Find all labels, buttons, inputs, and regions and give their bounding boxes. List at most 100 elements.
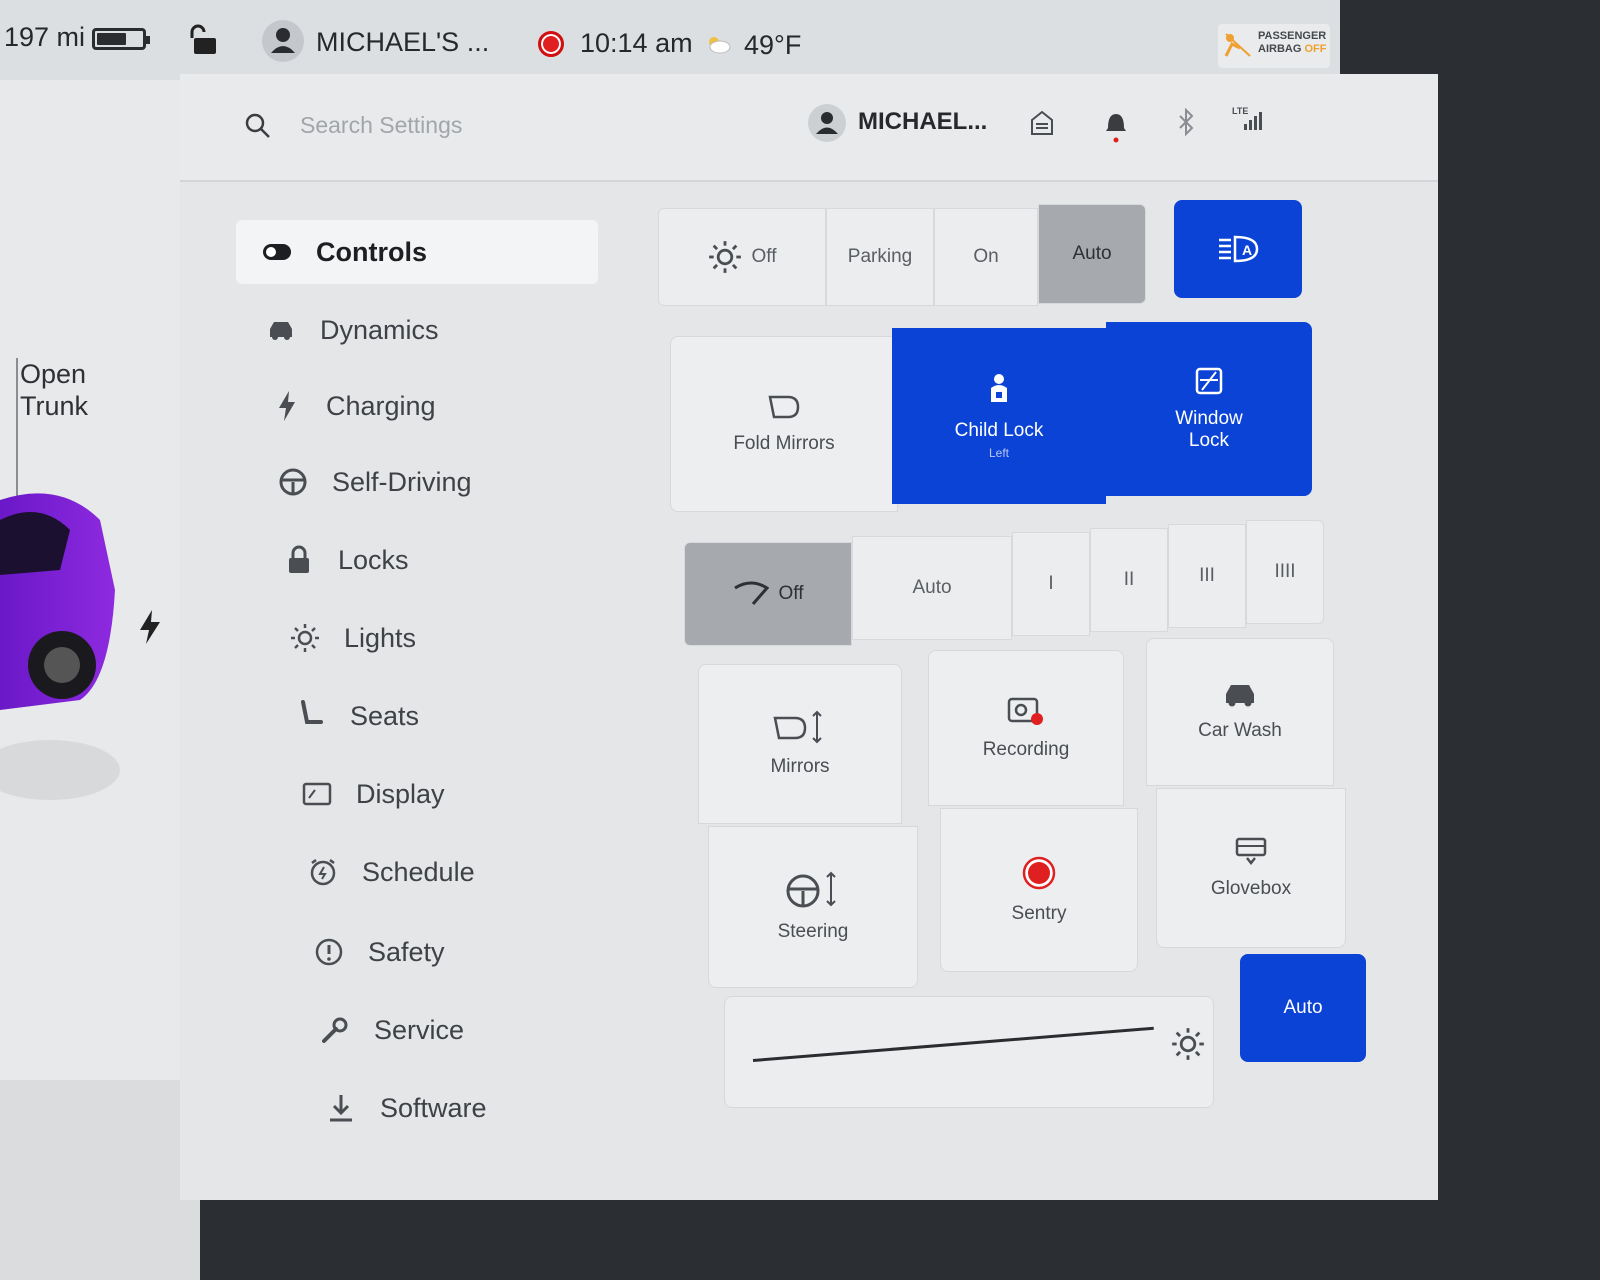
car-wash-button[interactable]: Car Wash xyxy=(1146,638,1334,786)
wipers-speed-3-label: III xyxy=(1199,565,1215,586)
nav-label-software: Software xyxy=(380,1092,487,1123)
range-readout: 197 mi xyxy=(4,22,86,52)
toggle-icon xyxy=(260,235,294,269)
brightness-slider-track[interactable] xyxy=(724,996,1214,1108)
seat-icon xyxy=(294,699,328,733)
search-icon[interactable] xyxy=(244,112,272,140)
partly-cloudy-icon xyxy=(709,37,731,54)
nav-item-schedule[interactable]: Schedule xyxy=(306,840,626,904)
nav-item-seats[interactable]: Seats xyxy=(294,684,614,748)
bluetooth-icon[interactable] xyxy=(1176,108,1196,136)
nav-item-self-driving[interactable]: Self-Driving xyxy=(276,450,596,514)
glovebox-button[interactable]: Glovebox xyxy=(1156,788,1346,948)
car-icon xyxy=(264,313,298,347)
steering-adjust-button[interactable]: Steering xyxy=(708,826,918,988)
mirror-icon xyxy=(768,395,800,419)
brightness-slider[interactable] xyxy=(752,1026,1154,1062)
mirrors-label: Mirrors xyxy=(770,756,830,777)
steering-wheel-icon xyxy=(276,465,310,499)
trunk-label-1: Open xyxy=(20,359,87,389)
nav-item-service[interactable]: Service xyxy=(318,998,638,1062)
child-lock-button[interactable]: Child Lock Left xyxy=(892,328,1106,504)
wipers-speed-4-label: IIII xyxy=(1274,561,1296,582)
wipers-speed-2-option[interactable]: II xyxy=(1090,528,1168,632)
headlights-auto-label: Auto xyxy=(1072,243,1112,264)
headlights-off-option[interactable]: Off xyxy=(658,208,826,306)
wiper-icon xyxy=(733,581,769,605)
header-avatar[interactable] xyxy=(808,104,846,142)
window-lock-button[interactable]: Window Lock xyxy=(1106,322,1312,496)
nav-label-display: Display xyxy=(356,778,445,809)
airbag-icon xyxy=(1224,33,1251,57)
driver-profile-name[interactable]: MICHAEL'S ... xyxy=(316,27,489,58)
nav-label-charging: Charging xyxy=(326,390,436,421)
person-icon xyxy=(271,28,295,53)
battery-icon xyxy=(92,28,150,50)
charge-port-bolt-icon[interactable] xyxy=(138,610,162,644)
nav-item-dynamics[interactable]: Dynamics xyxy=(264,298,584,362)
nav-label-self-driving: Self-Driving xyxy=(332,466,472,497)
brightness-auto-label: Auto xyxy=(1283,997,1323,1018)
nav-item-software[interactable]: Software xyxy=(324,1076,644,1140)
display-icon xyxy=(300,777,334,811)
nav-label-safety: Safety xyxy=(368,936,445,967)
headlights-parking-option[interactable]: Parking xyxy=(826,208,934,306)
wipers-off-option[interactable]: Off xyxy=(684,542,852,646)
nav-item-safety[interactable]: Safety xyxy=(312,920,632,984)
steering-label: Steering xyxy=(777,921,849,942)
nav-label-seats: Seats xyxy=(350,700,420,731)
headlights-on-option[interactable]: On xyxy=(934,208,1038,306)
outside-temperature: 49°F xyxy=(744,30,802,60)
auto-high-beam-button[interactable]: A xyxy=(1174,200,1302,298)
bell-icon[interactable] xyxy=(1104,108,1128,144)
wipers-speed-3-option[interactable]: III xyxy=(1168,524,1246,628)
nav-label-lights: Lights xyxy=(344,622,417,653)
recording-label: Recording xyxy=(982,739,1070,760)
nav-item-controls[interactable]: Controls xyxy=(236,220,598,284)
mirrors-adjust-button[interactable]: Mirrors xyxy=(698,664,902,824)
fold-mirrors-button[interactable]: Fold Mirrors xyxy=(670,336,898,512)
wipers-auto-option[interactable]: Auto xyxy=(852,536,1012,640)
wipers-off-label: Off xyxy=(778,583,804,604)
open-trunk-button[interactable]: Open Trunk xyxy=(20,358,88,422)
wipers-speed-1-label: I xyxy=(1048,573,1054,594)
airbag-state: OFF xyxy=(1304,43,1327,55)
person-icon xyxy=(816,112,838,134)
nav-item-lights[interactable]: Lights xyxy=(288,606,608,670)
status-bar: 197 mi MICHAEL'S ... 10:14 am 49°F PASSE… xyxy=(0,0,1340,80)
wipers-speed-2-label: II xyxy=(1123,569,1135,590)
auto-high-beam-icon: A xyxy=(1219,235,1259,263)
search-input[interactable]: Search Settings xyxy=(300,112,462,139)
garage-icon[interactable] xyxy=(1030,110,1054,136)
child-lock-label: Child Lock xyxy=(954,420,1044,441)
wipers-speed-4-option[interactable]: IIII xyxy=(1246,520,1324,624)
header-profile-name[interactable]: MICHAEL... xyxy=(858,108,987,136)
nav-label-locks: Locks xyxy=(338,544,409,575)
airbag-label-1: PASSENGER xyxy=(1258,30,1327,42)
clock: 10:14 am xyxy=(580,28,693,58)
brightness-sun-icon xyxy=(1172,1028,1204,1060)
sun-icon xyxy=(288,621,322,655)
wipers-speed-1-option[interactable]: I xyxy=(1012,532,1090,636)
car-wash-label: Car Wash xyxy=(1198,720,1282,741)
headlights-on-label: On xyxy=(973,246,999,267)
trunk-model-image xyxy=(0,1080,200,1280)
profile-avatar[interactable] xyxy=(262,20,304,62)
car-visualization-panel: Open Trunk xyxy=(0,80,200,1280)
passenger-airbag-indicator: PASSENGER AIRBAG OFF xyxy=(1218,24,1330,68)
headlights-auto-option[interactable]: Auto xyxy=(1038,204,1146,304)
sentry-button[interactable]: Sentry xyxy=(940,808,1138,972)
sentry-label: Sentry xyxy=(1011,903,1067,924)
unlock-icon[interactable] xyxy=(190,24,220,56)
svg-text:A: A xyxy=(1242,242,1252,258)
recording-button[interactable]: Recording xyxy=(928,650,1124,806)
headlights-off-label: Off xyxy=(751,246,777,267)
wrench-icon xyxy=(318,1013,352,1047)
nav-item-display[interactable]: Display xyxy=(300,762,620,826)
window-lock-label-2: Lock xyxy=(1188,430,1230,451)
headlights-parking-label: Parking xyxy=(847,246,913,267)
dashcam-icon xyxy=(1007,697,1043,725)
nav-item-locks[interactable]: Locks xyxy=(282,528,602,592)
brightness-auto-button[interactable]: Auto xyxy=(1240,954,1366,1062)
nav-item-charging[interactable]: Charging xyxy=(270,374,590,438)
